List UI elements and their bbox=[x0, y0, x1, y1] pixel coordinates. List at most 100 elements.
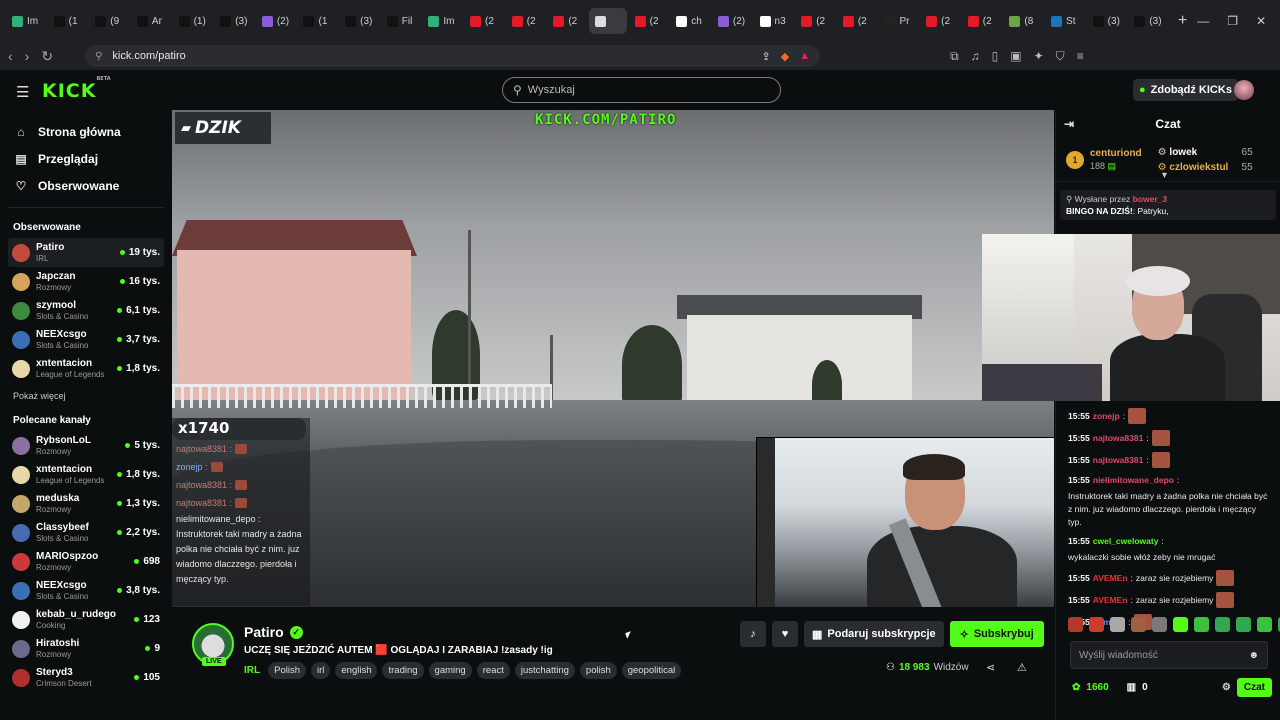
stream-tag[interactable]: justchatting bbox=[514, 662, 575, 679]
stream-tag[interactable]: gaming bbox=[428, 662, 472, 679]
sidebar-nav-home[interactable]: ⌂ Strona główna bbox=[8, 118, 164, 145]
sidebar-channel-item[interactable]: Patiro IRL 19 tys. bbox=[8, 238, 164, 267]
follow-heart-icon[interactable]: ♥ bbox=[772, 621, 798, 647]
browser-tab[interactable]: Im bbox=[6, 8, 46, 34]
user-avatar[interactable] bbox=[1234, 80, 1254, 100]
emote-icon[interactable] bbox=[1257, 617, 1272, 632]
browser-tab[interactable]: Im bbox=[422, 8, 462, 34]
send-chat-button[interactable]: Czat bbox=[1236, 677, 1272, 697]
sidebar-channel-item[interactable]: NEEXcsgo Slots & Casino 3,8 tys. bbox=[8, 576, 164, 605]
collapse-chat-icon[interactable]: ⇥ bbox=[1064, 117, 1074, 131]
channel-points[interactable]: 1660 bbox=[1086, 682, 1108, 693]
sidebar-channel-item[interactable]: MARIOspzoo Rozmowy 698 bbox=[8, 547, 164, 576]
pinned-message[interactable]: ⚲ Wysłane przez bower_3 BINGO NA DZIŚ!: … bbox=[1060, 190, 1276, 220]
browser-tab[interactable]: Ar bbox=[131, 8, 171, 34]
minimize-icon[interactable]: — bbox=[1197, 14, 1209, 28]
browser-tab[interactable]: (3) bbox=[1087, 8, 1127, 34]
music-icon[interactable]: ♫ bbox=[971, 49, 980, 64]
sidebar-nav-browse[interactable]: ▤ Przeglądaj bbox=[8, 145, 164, 172]
emote-icon[interactable] bbox=[1110, 617, 1125, 632]
site-info-icon[interactable]: ⚲ bbox=[95, 51, 102, 62]
browser-tab[interactable]: (2) bbox=[256, 8, 296, 34]
browser-tab[interactable]: (2 bbox=[506, 8, 546, 34]
share-page-icon[interactable]: ⇪ bbox=[762, 50, 771, 63]
sidebar-channel-item[interactable]: szymool Slots & Casino 6,1 tys. bbox=[8, 296, 164, 325]
kick-logo[interactable]: KICKBETA bbox=[42, 76, 111, 102]
browser-tab[interactable]: (2 bbox=[795, 8, 835, 34]
emote-icon[interactable] bbox=[1173, 617, 1188, 632]
chat-username[interactable]: nielimitowane_depo bbox=[1093, 474, 1174, 487]
vpn-icon[interactable]: ⛉ bbox=[1056, 49, 1065, 64]
browser-tab[interactable]: (2 bbox=[547, 8, 587, 34]
browser-tab[interactable]: n3 bbox=[754, 8, 794, 34]
category-link[interactable]: IRL bbox=[244, 665, 260, 676]
restore-icon[interactable]: ❐ bbox=[1227, 14, 1238, 28]
subscribe-button[interactable]: ✧ Subskrybuj bbox=[949, 621, 1044, 647]
browser-tab[interactable]: St bbox=[1045, 8, 1085, 34]
chat-settings-icon[interactable]: ⚙ bbox=[1222, 682, 1231, 693]
share-icon[interactable]: ⋖ bbox=[986, 661, 995, 674]
sidebar-channel-item[interactable]: Steryd3 Crimson Desert 105 bbox=[8, 663, 164, 692]
stream-tag[interactable]: polish bbox=[579, 662, 617, 679]
browser-tab[interactable]: (2 bbox=[962, 8, 1002, 34]
stream-tag[interactable]: geopolitical bbox=[621, 662, 682, 679]
browser-tab[interactable]: (1 bbox=[297, 8, 337, 34]
sidebar-channel-item[interactable]: xntentacion League of Legends 1,8 tys. bbox=[8, 354, 164, 383]
search-input[interactable] bbox=[527, 84, 748, 96]
sidebar-nav-heart[interactable]: ♡ Obserwowane bbox=[8, 172, 164, 199]
wallet-icon[interactable]: ▣ bbox=[1010, 49, 1021, 64]
browser-tab[interactable]: ch bbox=[670, 8, 710, 34]
stream-tag[interactable]: Polish bbox=[268, 662, 306, 679]
emoji-icon[interactable]: ☻ bbox=[1248, 650, 1259, 661]
browser-tab[interactable]: (8 bbox=[1003, 8, 1043, 34]
get-kicks-button[interactable]: ● Zdobądź KICKs bbox=[1133, 79, 1238, 101]
chat-username[interactable]: cwel_cwelowaty bbox=[1093, 535, 1159, 548]
new-tab-icon[interactable]: + bbox=[1170, 12, 1195, 30]
sidebar-channel-item[interactable]: xntentacion League of Legends 1,8 tys. bbox=[8, 460, 164, 489]
sidebar-channel-item[interactable]: Classybeef Slots & Casino 2,2 tys. bbox=[8, 518, 164, 547]
forward-icon[interactable]: › bbox=[25, 48, 30, 64]
browser-tab[interactable]: (9 bbox=[89, 8, 129, 34]
menu-icon[interactable]: ≡ bbox=[1077, 49, 1084, 64]
browser-tab[interactable]: (2 bbox=[629, 8, 669, 34]
emote-icon[interactable] bbox=[1068, 617, 1083, 632]
chat-username[interactable]: najtowa8381 bbox=[1093, 432, 1144, 445]
search-bar[interactable]: ⚲ bbox=[502, 77, 781, 103]
emote-icon[interactable] bbox=[1152, 617, 1167, 632]
browser-tab[interactable]: Fil bbox=[381, 8, 421, 34]
brave-rewards-icon[interactable]: ▲ bbox=[799, 50, 810, 63]
sidebar-channel-item[interactable]: Hiratoshi Rozmowy 9 bbox=[8, 634, 164, 663]
chat-username[interactable]: AVEMEn bbox=[1093, 572, 1128, 585]
browser-tab[interactable]: Pr bbox=[878, 8, 918, 34]
expand-leaderboard-icon[interactable]: ▾ bbox=[1162, 170, 1167, 181]
streamer-name[interactable]: Patiro bbox=[244, 624, 284, 640]
chat-username[interactable]: zonejp bbox=[1093, 410, 1120, 423]
chat-input[interactable]: Wyślij wiadomość ☻ bbox=[1070, 641, 1268, 669]
drops-count[interactable]: 0 bbox=[1142, 682, 1148, 693]
chat-username[interactable]: najtowa8381 bbox=[1093, 454, 1144, 467]
browser-tab[interactable]: (2 bbox=[464, 8, 504, 34]
sidebar-channel-item[interactable]: NEEXcsgo Slots & Casino 3,7 tys. bbox=[8, 325, 164, 354]
browser-tab[interactable]: (2 bbox=[837, 8, 877, 34]
chat-username[interactable]: AVEMEn bbox=[1093, 594, 1128, 607]
stream-tag[interactable]: trading bbox=[382, 662, 424, 679]
browser-tab[interactable]: (3) bbox=[1128, 8, 1168, 34]
notifications-bell-icon[interactable]: ♪ bbox=[740, 621, 766, 647]
chat-leaderboard[interactable]: 1 centuriond 188 ▤ ⚙ lowek 65 ⚙ czlowiekst… bbox=[1056, 138, 1280, 182]
stream-tag[interactable]: irl bbox=[310, 662, 331, 679]
browser-tab[interactable]: (2 bbox=[920, 8, 960, 34]
back-icon[interactable]: ‹ bbox=[8, 48, 13, 64]
reload-icon[interactable]: ↻ bbox=[41, 48, 53, 65]
close-window-icon[interactable]: ✕ bbox=[1256, 14, 1266, 28]
sidebar-channel-item[interactable]: RybsonLoL Rozmowy 5 tys. bbox=[8, 431, 164, 460]
sidebar-channel-item[interactable]: kebab_u_rudego Cooking 123 bbox=[8, 605, 164, 634]
extension-icon[interactable]: ⧉ bbox=[950, 49, 959, 64]
emote-icon[interactable] bbox=[1194, 617, 1209, 632]
browser-tab[interactable] bbox=[588, 8, 627, 34]
sidebar-channel-item[interactable]: Japczan Rozmowy 16 tys. bbox=[8, 267, 164, 296]
url-field[interactable]: ⚲ kick.com/patiro ⇪ ◆ ▲ bbox=[85, 45, 821, 67]
emote-icon[interactable] bbox=[1089, 617, 1104, 632]
stream-tag[interactable]: react bbox=[476, 662, 510, 679]
browser-tab[interactable]: (1 bbox=[48, 8, 88, 34]
browser-tab[interactable]: (2) bbox=[712, 8, 752, 34]
